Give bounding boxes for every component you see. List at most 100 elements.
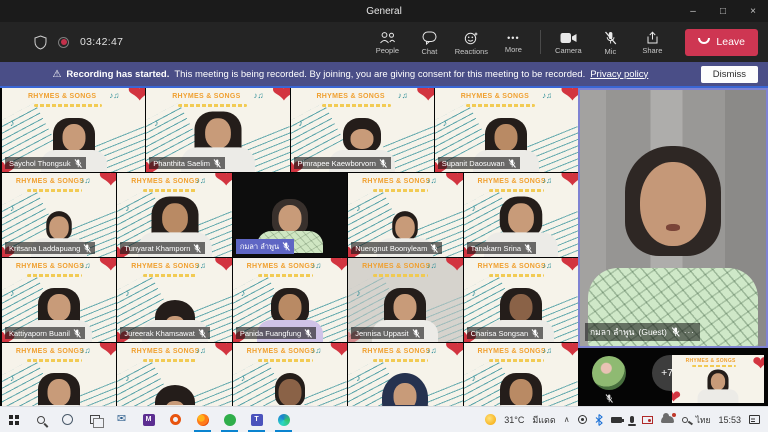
tile-more-icon[interactable]: ··· xyxy=(684,328,695,337)
mic-muted-icon xyxy=(198,329,206,338)
taskbar-clock[interactable]: 15:53 xyxy=(718,415,741,425)
tray-expand-chevron[interactable]: ∧ xyxy=(564,415,570,424)
participant-tile[interactable]: RHYMES & SONGS ♪♫ ❤ ♪ ❤ Areerat Saykrasu… xyxy=(117,343,231,406)
participant-tile[interactable]: RHYMES & SONGS ♪♫ ❤ ♪ ❤ Mantna Salaemae xyxy=(348,343,462,406)
participant-name-label: Supanit Daosuwan xyxy=(438,157,520,169)
browser-app[interactable] xyxy=(189,407,216,432)
participant-tile[interactable]: RHYMES & SONGS ♪♫ ❤ ♪ ❤ Kattiyaporn Buan… xyxy=(2,258,116,342)
share-button[interactable]: Share xyxy=(631,29,673,55)
self-view-tile[interactable]: RHYMES & SONGS ❤ ❤ xyxy=(672,355,764,403)
cortana-button[interactable] xyxy=(54,407,81,432)
teams-app[interactable]: T xyxy=(243,407,270,432)
camera-button[interactable]: Camera xyxy=(547,30,589,55)
notification-center-icon[interactable] xyxy=(749,415,760,424)
participant-name: Tanakarn Srina xyxy=(471,244,521,253)
participant-grid: RHYMES & SONGS ♪♫ ❤ ♪ ❤ Saychol Thongsuk… xyxy=(2,88,578,406)
active-speaker-tile[interactable]: กมลา ลำพูน (Guest) ··· xyxy=(578,88,768,348)
mic-tray-icon[interactable] xyxy=(630,416,634,423)
music-note-icon: ♪♫ xyxy=(80,261,90,270)
mail-app[interactable]: ✉ xyxy=(108,407,135,432)
participant-tile[interactable]: RHYMES & SONGS ♪♫ ❤ ♪ ❤ Phanthita Saelim xyxy=(146,88,289,172)
language-indicator[interactable]: ไทย xyxy=(696,413,711,427)
participant-name-label: Kritsana Laddapuang xyxy=(5,242,95,254)
maximize-button[interactable]: □ xyxy=(708,0,738,22)
participant-tile[interactable]: RHYMES & SONGS ♪♫ ❤ ♪ ❤ Chalita Sutjarot xyxy=(464,343,578,406)
participant-name: Phanthita Saelim xyxy=(153,159,210,168)
participant-tile[interactable]: RHYMES & SONGS ♪♫ ❤ ♪ ❤ Tunyarat Khampor… xyxy=(117,173,231,257)
virtual-background-title: RHYMES & SONGS xyxy=(678,358,744,364)
virtual-background-title: RHYMES & SONGS xyxy=(470,263,552,270)
line-icon xyxy=(224,414,236,426)
search-button[interactable] xyxy=(27,407,54,432)
chat-button[interactable]: Chat xyxy=(408,29,450,56)
participant-tile[interactable]: RHYMES & SONGS ♪♫ ❤ ♪ ❤ Supanit Daosuwan xyxy=(435,88,578,172)
virtual-background-title: RHYMES & SONGS xyxy=(9,178,91,185)
music-note-icon: ♪ xyxy=(10,203,15,213)
participant-tile[interactable]: RHYMES & SONGS ♪♫ ❤ ♪ ❤ Jennisa Uppasit xyxy=(348,258,462,342)
heart-icon: ❤ xyxy=(560,343,578,364)
virtual-background-subtitle xyxy=(322,104,391,107)
leave-button[interactable]: Leave xyxy=(685,29,758,56)
mic-muted-icon xyxy=(73,329,81,338)
start-button[interactable] xyxy=(0,407,27,432)
music-note-icon: ♪♫ xyxy=(427,176,437,185)
music-note-icon: ♪♫ xyxy=(542,261,552,270)
office-app[interactable] xyxy=(162,407,189,432)
participant-tile[interactable]: RHYMES & SONGS ♪♫ ❤ ♪ ❤ Tanakarn Srina xyxy=(464,173,578,257)
weather-desc[interactable]: มีแดด xyxy=(532,413,555,427)
participant-tile[interactable]: RHYMES & SONGS ♪♫ ❤ ♪ ❤ Panida Fuangfung xyxy=(233,258,347,342)
microsoft365-app[interactable]: M xyxy=(135,407,162,432)
heart-icon: ❤ xyxy=(416,88,434,109)
battery-icon[interactable] xyxy=(611,417,622,423)
filmstrip: +71 RHYMES & SONGS ❤ ❤ xyxy=(578,350,768,406)
more-button[interactable]: ••• More xyxy=(492,31,534,54)
weather-temp[interactable]: 31°C xyxy=(504,415,524,425)
music-note-icon: ♪ xyxy=(472,288,477,298)
toolbar-divider xyxy=(540,30,541,54)
mic-muted-icon xyxy=(412,329,420,338)
task-view-button[interactable] xyxy=(81,407,108,432)
virtual-background-title: RHYMES & SONGS xyxy=(240,348,322,355)
bluetooth-icon[interactable] xyxy=(595,414,603,426)
minimize-button[interactable]: – xyxy=(678,0,708,22)
mic-muted-icon xyxy=(213,159,221,168)
active-speaker-person xyxy=(580,146,766,346)
avatar[interactable] xyxy=(592,356,626,390)
person-head xyxy=(495,124,518,151)
active-speaker-video xyxy=(580,90,766,346)
person-head xyxy=(509,294,532,321)
toolbar-actions: People Chat Reactions ••• More Camera M xyxy=(366,29,758,56)
participant-tile[interactable]: RHYMES & SONGS ♪♫ ❤ ♪ ❤ Saychol Thongsuk xyxy=(2,88,145,172)
cortana-icon xyxy=(62,414,73,425)
dismiss-button[interactable]: Dismiss xyxy=(701,66,758,83)
person-head xyxy=(508,203,534,233)
participant-tile[interactable]: RHYMES & SONGS ♪♫ ❤ ♪ ❤ Pimrapee Kaewbor… xyxy=(291,88,434,172)
edge-app[interactable] xyxy=(270,407,297,432)
close-button[interactable]: × xyxy=(738,0,768,22)
heart-icon: ❤ xyxy=(98,343,116,364)
onedrive-icon[interactable] xyxy=(661,416,674,423)
participant-name-label: Saychol Thongsuk xyxy=(5,157,86,169)
participant-tile[interactable]: RHYMES & SONGS ♪♫ ❤ ♪ ❤ Darawan Piwchawe… xyxy=(233,343,347,406)
mic-muted-icon xyxy=(604,31,617,45)
participant-tile[interactable]: RHYMES & SONGS ♪♫ ❤ ♪ ❤ Nuengnut Boonyle… xyxy=(348,173,462,257)
recording-banner: ⚠ Recording has started. This meeting is… xyxy=(0,62,768,86)
participant-tile[interactable]: RHYMES & SONGS ♪♫ ❤ ♪ ❤ Kritsana Laddapu… xyxy=(2,173,116,257)
key-tray-icon[interactable] xyxy=(682,417,688,423)
privacy-policy-link[interactable]: Privacy policy xyxy=(590,69,648,80)
line-app[interactable] xyxy=(216,407,243,432)
record-tray-icon[interactable] xyxy=(578,415,587,424)
music-note-icon: ♪♫ xyxy=(398,91,408,100)
screen-capture-icon[interactable] xyxy=(642,416,653,424)
music-note-icon: ♪ xyxy=(10,288,15,298)
people-button[interactable]: People xyxy=(366,29,408,55)
participant-tile[interactable]: RHYMES & SONGS ♪♫ ❤ ♪ ❤ กมลา ลำพูน xyxy=(233,173,347,257)
meeting-timer: 03:42:47 xyxy=(80,36,123,48)
meeting-stage-area: RHYMES & SONGS ♪♫ ❤ ♪ ❤ Saychol Thongsuk… xyxy=(0,88,768,406)
participant-tile[interactable]: RHYMES & SONGS ♪♫ ❤ ♪ ❤ Jureerak Khamsaw… xyxy=(117,258,231,342)
reactions-button[interactable]: Reactions xyxy=(450,29,492,56)
mic-button[interactable]: Mic xyxy=(589,29,631,56)
participant-tile[interactable]: RHYMES & SONGS ♪♫ ❤ ♪ ❤ Saowaphak Lakkra… xyxy=(2,343,116,406)
participant-tile[interactable]: RHYMES & SONGS ♪♫ ❤ ♪ ❤ Charisa Songsan xyxy=(464,258,578,342)
person-head xyxy=(394,383,417,406)
